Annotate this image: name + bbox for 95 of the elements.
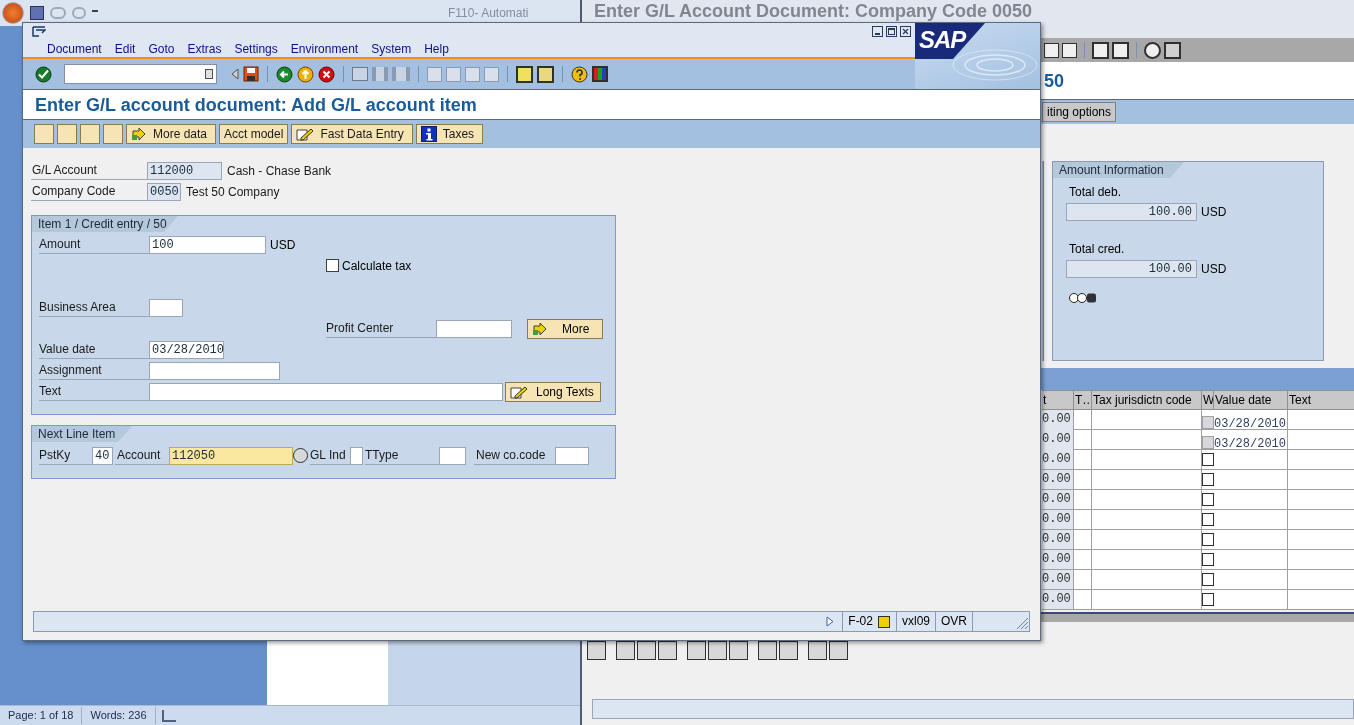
toolbar-button[interactable]: Fast Data Entry	[291, 124, 413, 144]
readonly-field[interactable]: 0050	[147, 182, 181, 201]
menu-icon[interactable]	[32, 26, 46, 37]
group-title: Amount Information	[1053, 162, 1184, 178]
table-cell: 0.00	[1042, 530, 1074, 549]
readonly-field[interactable]: 100.00	[1066, 203, 1197, 221]
readonly-field[interactable]: 100.00	[1066, 260, 1197, 278]
transaction-code: F-02	[842, 612, 878, 631]
input-field[interactable]	[555, 446, 589, 465]
checkbox-label: Calculate tax	[342, 257, 412, 275]
input-field[interactable]	[149, 298, 183, 317]
search-help-icon[interactable]	[293, 448, 308, 463]
table-cell: 03/28/2010	[1214, 417, 1286, 431]
input-field[interactable]	[149, 361, 280, 380]
close-icon[interactable]	[900, 26, 911, 37]
minimize-icon[interactable]	[872, 26, 883, 37]
input-field[interactable]	[436, 319, 512, 338]
input-field[interactable]: 40	[92, 446, 113, 465]
screen-title: Enter G/L account document: Add G/L account item	[23, 89, 1040, 120]
toolbar-button[interactable]: Acct model	[219, 124, 289, 144]
traffic-light-icon	[1068, 292, 1098, 304]
back-triangle-icon[interactable]	[231, 68, 239, 80]
column-header[interactable]: Tax jurisdictn code	[1092, 391, 1202, 409]
menu-item[interactable]: System	[371, 39, 412, 58]
save-icon[interactable]	[243, 66, 259, 82]
play-icon[interactable]	[826, 616, 835, 627]
insert-mode: OVR	[935, 612, 973, 631]
menu-item[interactable]: Edit	[114, 39, 136, 58]
cancel-icon[interactable]	[318, 65, 335, 83]
menu-item[interactable]: Document	[47, 39, 102, 58]
input-field[interactable]: 112050	[169, 446, 293, 465]
input-field[interactable]	[439, 446, 466, 465]
checkmark-icon[interactable]	[35, 65, 52, 83]
dropdown-icon[interactable]	[205, 69, 213, 79]
long-texts-button[interactable]: Long Texts	[505, 381, 601, 402]
arrow-icon	[131, 127, 147, 141]
table-cell: 0.00	[1042, 550, 1074, 569]
menu-item[interactable]: Goto	[148, 39, 175, 58]
status-text: Page: 1 of 18	[0, 707, 83, 724]
checkbox[interactable]	[1202, 435, 1214, 449]
menu-item[interactable]: Help	[424, 39, 449, 58]
office-button[interactable]	[2, 2, 24, 24]
checkbox[interactable]	[1202, 473, 1214, 486]
checkbox[interactable]	[326, 259, 339, 272]
info-icon	[420, 126, 437, 142]
column-header[interactable]: Value date	[1214, 391, 1288, 409]
table-cell: 0.00	[1042, 470, 1074, 489]
document-title: F110- Automati	[448, 5, 529, 22]
table-cell: 0.00	[1042, 590, 1074, 609]
more-button[interactable]: More	[527, 318, 603, 339]
group-title: Next Line Item	[32, 426, 132, 442]
table-cell: 0.00	[1042, 510, 1074, 529]
total-label: Total deb.	[1068, 184, 1123, 201]
group-title: Item 1 / Credit entry / 50	[32, 216, 178, 232]
column-header[interactable]: t	[1042, 391, 1074, 409]
toolbar-button[interactable]: More data	[126, 124, 217, 144]
command-field[interactable]	[64, 64, 217, 84]
currency: USD	[1201, 261, 1227, 278]
checkbox[interactable]	[1202, 553, 1214, 566]
input-field[interactable]	[149, 382, 503, 401]
checkbox[interactable]	[1202, 513, 1214, 526]
field-description: Cash - Chase Bank	[227, 162, 332, 180]
checkbox[interactable]	[1202, 493, 1214, 506]
table-cell: 0.00	[1042, 450, 1074, 469]
menu-item[interactable]: Extras	[187, 39, 222, 58]
toolbar-button[interactable]: Taxes	[415, 124, 484, 144]
pen-icon	[296, 127, 315, 141]
input-field[interactable]	[350, 446, 363, 465]
table-cell: 0.00	[1042, 570, 1074, 589]
menu-item[interactable]: Environment	[290, 39, 359, 58]
input-field[interactable]: 03/28/2010	[149, 340, 224, 359]
menu-item[interactable]: Settings	[234, 39, 278, 58]
arrow-icon	[532, 321, 548, 336]
checkbox[interactable]	[1202, 593, 1214, 606]
checkbox[interactable]	[1202, 573, 1214, 586]
readonly-field[interactable]: 112000	[147, 161, 222, 180]
checkbox[interactable]	[1202, 453, 1214, 466]
table-cell: 0.00	[1042, 490, 1074, 509]
maximize-icon[interactable]	[886, 26, 897, 37]
system-info-icon[interactable]	[878, 615, 890, 628]
total-label: Total cred.	[1068, 241, 1126, 258]
status-text: Words: 236	[82, 707, 156, 724]
currency: USD	[1201, 204, 1227, 221]
column-header[interactable]: T…	[1074, 391, 1092, 409]
checkbox[interactable]	[1202, 415, 1214, 429]
currency: USD	[270, 236, 296, 254]
field-description: Test 50 Company	[186, 183, 280, 201]
table-cell: 03/28/2010	[1214, 437, 1286, 451]
column-header[interactable]: Text	[1288, 391, 1354, 409]
back-icon[interactable]	[276, 65, 293, 83]
checkbox[interactable]	[1202, 533, 1214, 546]
editing-options-button[interactable]: iting options	[1042, 102, 1117, 122]
pen-icon	[510, 384, 528, 399]
server-name: vxl09	[896, 612, 935, 631]
input-field[interactable]: 100	[149, 235, 266, 254]
